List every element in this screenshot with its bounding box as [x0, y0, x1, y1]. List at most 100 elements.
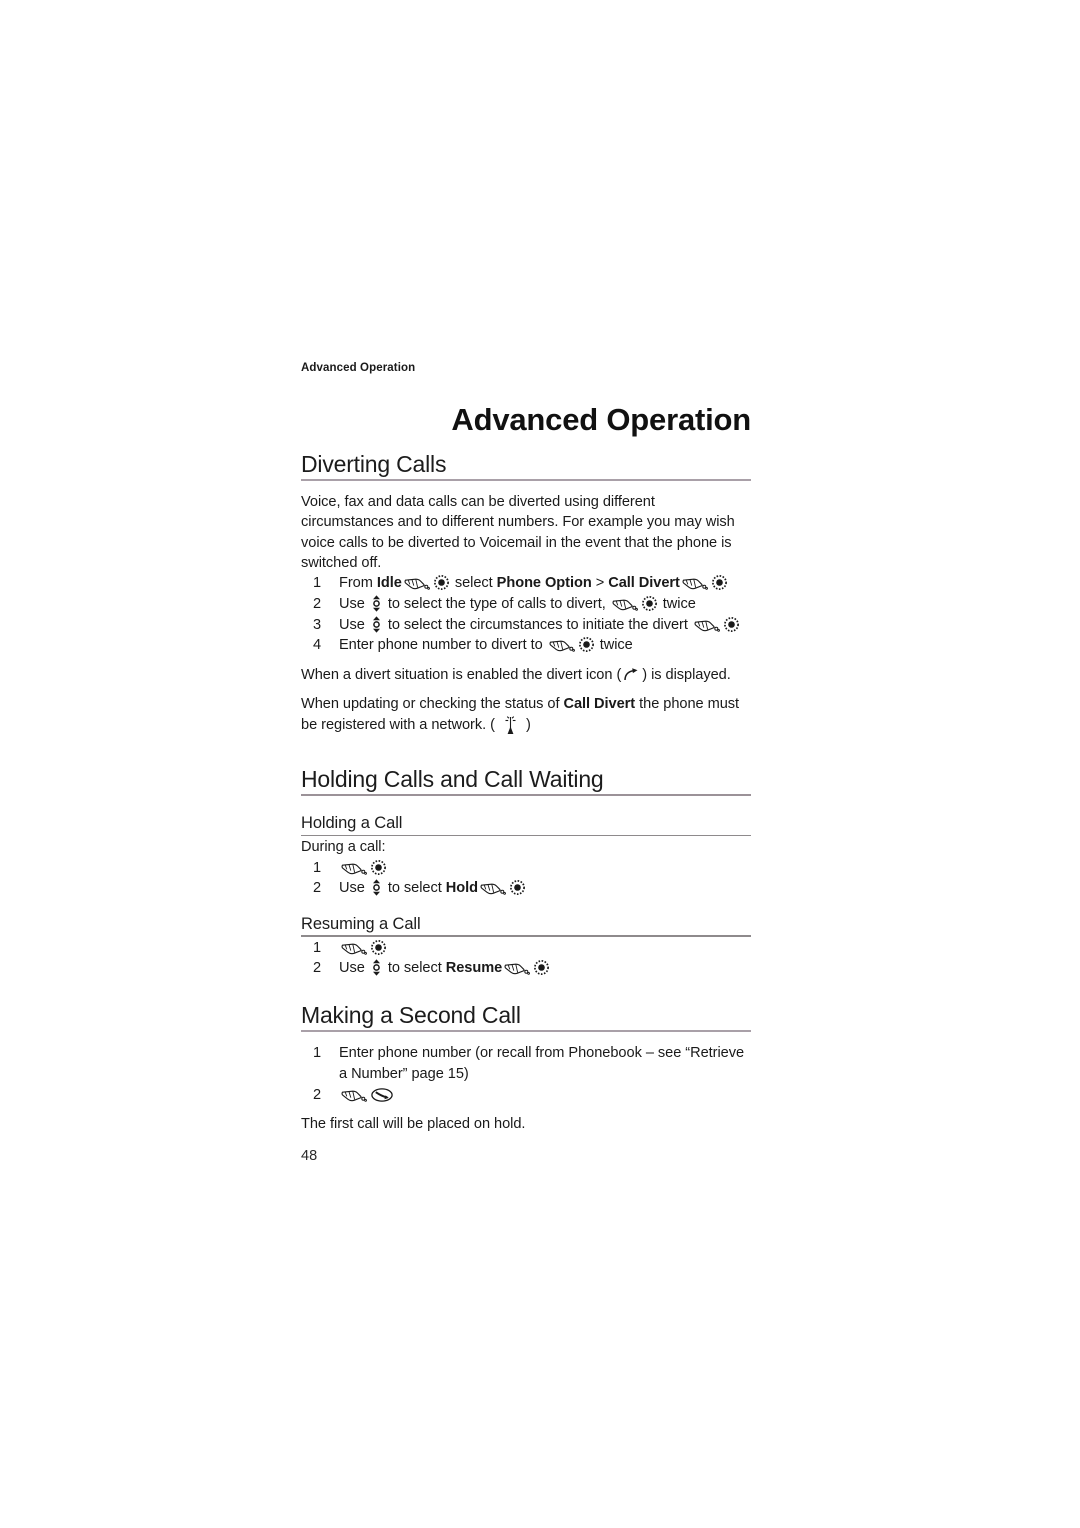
manual-page: Advanced Operation Advanced Operation Di… — [0, 0, 1080, 1528]
select-button-icon — [433, 575, 449, 591]
step-item: 2 Use to select the type of calls to dive… — [301, 594, 751, 615]
divert-icon-note-before: When a divert situation is enabled the d… — [301, 666, 622, 683]
step-item: 1 From Idle select Phone Option > Call Di… — [301, 573, 751, 594]
up-down-key-icon — [371, 615, 382, 633]
step-emphasis: Resume — [445, 960, 503, 977]
diverting-calls-steps: 1 From Idle select Phone Option > Call Di… — [301, 573, 751, 655]
select-button-icon — [534, 960, 550, 976]
select-button-icon — [578, 637, 594, 653]
section-heading-making-second-call: Making a Second Call — [301, 1002, 751, 1033]
step-emphasis: Call Divert — [608, 575, 680, 592]
step-text: Use to select the circumstances to initi… — [339, 615, 751, 636]
step-item: 2 Use to select Resume — [301, 958, 751, 979]
step-emphasis: Idle — [376, 575, 402, 592]
divert-icon-note: When a divert situation is enabled the d… — [301, 665, 751, 685]
page-title: Advanced Operation — [451, 402, 751, 437]
divert-icon-note-after: ) is displayed. — [642, 666, 731, 683]
making-second-call-steps: 1 Enter phone number (or recall from Phon… — [301, 1043, 751, 1105]
hand-icon — [682, 575, 708, 591]
step-item: 3 Use to select the circumstances to init… — [301, 615, 751, 636]
hand-icon — [504, 960, 531, 976]
step-number: 1 — [313, 939, 322, 956]
step-number: 2 — [313, 960, 322, 977]
network-registration-note: When updating or checking the status of … — [301, 694, 751, 736]
step-item: 4 Enter phone number to divert to twice — [301, 635, 751, 656]
section-heading-diverting-calls: Diverting Calls — [301, 451, 751, 482]
heading-rule — [301, 834, 751, 837]
divert-icon — [623, 668, 640, 681]
page-number: 48 — [301, 1148, 318, 1164]
step-number: 1 — [313, 859, 322, 876]
holding-a-call-intro: During a call: — [301, 839, 386, 856]
up-down-key-icon — [371, 595, 382, 612]
hand-icon — [404, 575, 430, 591]
step-text: Enter phone number to divert to twice — [339, 637, 633, 654]
heading-rule — [301, 1030, 751, 1033]
step-item: 1 — [301, 938, 751, 959]
step-text: Enter phone number (or recall from Phone… — [339, 1045, 745, 1083]
up-down-key-icon — [371, 879, 382, 896]
hand-icon — [694, 617, 720, 632]
hand-icon — [612, 596, 638, 611]
resuming-a-call-steps: 1 2 Use to select Resume — [301, 938, 751, 979]
network-note-part-c: ) — [521, 717, 531, 734]
select-button-icon — [371, 939, 386, 955]
step-item: 1 — [301, 858, 751, 879]
select-button-icon — [711, 575, 727, 591]
holding-a-call-steps: 1 2 Use to select Hold — [301, 858, 751, 899]
section-heading-holding-calls: Holding Calls and Call Waiting — [301, 766, 751, 797]
step-text — [339, 1085, 751, 1106]
subsection-heading-label: Resuming a Call — [301, 914, 421, 933]
page-content: Advanced Operation Advanced Operation Di… — [301, 362, 751, 1135]
hand-icon — [341, 940, 367, 955]
heading-rule — [301, 935, 751, 937]
send-key-icon — [371, 1087, 393, 1102]
select-button-icon — [641, 595, 657, 611]
step-text: Use to select Hold — [339, 878, 751, 899]
heading-rule — [301, 479, 751, 482]
step-number: 4 — [313, 637, 322, 654]
step-text: Use to select Resume — [339, 958, 751, 979]
section-heading-label: Making a Second Call — [301, 1001, 521, 1028]
network-note-part-a: When updating or checking the status of — [301, 696, 564, 712]
step-number: 3 — [313, 616, 322, 633]
up-down-key-icon — [371, 959, 382, 976]
step-text — [339, 858, 751, 879]
subsection-heading-resuming-a-call: Resuming a Call — [301, 914, 751, 937]
section-heading-label: Holding Calls and Call Waiting — [301, 765, 604, 792]
step-text: Use to select the type of calls to diver… — [339, 595, 696, 612]
step-number: 2 — [313, 1086, 322, 1103]
hand-icon — [341, 860, 367, 875]
heading-rule — [301, 794, 751, 797]
hand-icon — [480, 880, 506, 895]
select-button-icon — [723, 616, 739, 632]
hand-icon — [341, 1087, 367, 1102]
step-number: 2 — [313, 880, 322, 897]
select-button-icon — [371, 859, 386, 875]
step-number: 2 — [313, 595, 322, 612]
step-emphasis: Phone Option — [496, 575, 592, 592]
diverting-calls-intro: Voice, fax and data calls can be diverte… — [301, 494, 735, 572]
step-number: 1 — [313, 1045, 322, 1062]
step-item: 1 Enter phone number (or recall from Phon… — [301, 1043, 751, 1084]
step-text: From Idle select Phone Option > Call Div… — [339, 573, 751, 594]
step-number: 1 — [313, 575, 322, 592]
step-item: 2 Use to select Hold — [301, 878, 751, 899]
subsection-heading-label: Holding a Call — [301, 814, 403, 833]
antenna-icon — [501, 714, 520, 735]
running-header: Advanced Operation — [301, 362, 416, 374]
making-second-call-closing: The first call will be placed on hold. — [301, 1116, 526, 1133]
select-button-icon — [510, 880, 525, 896]
step-emphasis: Hold — [445, 880, 478, 897]
step-text — [339, 938, 751, 959]
network-note-bold: Call Divert — [563, 696, 636, 712]
